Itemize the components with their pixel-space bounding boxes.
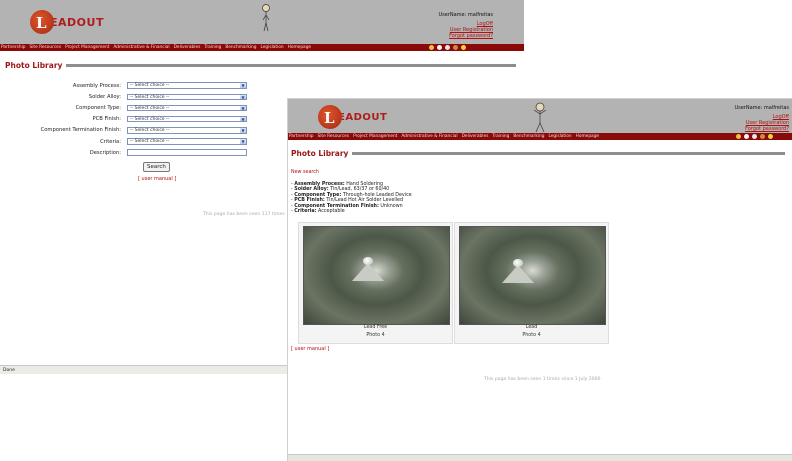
chevron-down-icon[interactable]: ▼ <box>240 105 246 111</box>
photo-card-lead-free[interactable]: Lead Free Photo 4 <box>298 222 453 344</box>
nav-project-management[interactable]: Project Management <box>353 134 397 139</box>
chevron-down-icon[interactable]: ▼ <box>240 128 246 133</box>
print-icon[interactable] <box>445 45 450 50</box>
search-button[interactable]: Search <box>143 162 170 173</box>
title-divider <box>352 151 785 155</box>
mail-icon[interactable] <box>744 134 749 139</box>
nav-legislation[interactable]: Legislation <box>548 134 571 139</box>
search-criteria-list: - Assembly Process: Hand Soldering - Sol… <box>291 182 412 214</box>
nav-site-resources[interactable]: Site Resources <box>30 45 62 50</box>
mail-icon[interactable] <box>437 45 442 50</box>
nav-homepage[interactable]: Homepage <box>576 134 599 139</box>
nav-partnership[interactable]: Partnership <box>289 134 314 139</box>
field-component-type: Component Type: -- Select choice -- ▼ <box>12 102 262 113</box>
home-icon[interactable] <box>429 45 434 50</box>
mascot-figure-icon <box>533 102 547 133</box>
status-text: Done <box>3 368 15 373</box>
title-divider <box>66 63 516 67</box>
criteria-item: - Criteria: Acceptable <box>291 209 345 215</box>
search-form: Assembly Process: -- Select choice -- ▼ … <box>12 80 262 182</box>
photo-card-lead[interactable]: Lead Photo 4 <box>454 222 609 344</box>
field-criteria: Criteria: -- Select choice -- ▼ <box>12 136 262 147</box>
page-title-row: Photo Library <box>288 148 792 158</box>
criteria-select[interactable]: -- Select choice -- ▼ <box>127 138 247 145</box>
pcb-finish-select[interactable]: -- Select choice -- ▼ <box>127 115 247 123</box>
nav-training[interactable]: Training <box>204 45 221 50</box>
browser-window-results: L EADOUT UserName: malfreitas LogOff Use… <box>287 98 792 461</box>
nav-administrative-financial[interactable]: Administrative & Financial <box>113 45 169 50</box>
nav-deliverables[interactable]: Deliverables <box>462 134 489 139</box>
field-assembly-process: Assembly Process: -- Select choice -- ▼ <box>12 80 262 91</box>
nav-deliverables[interactable]: Deliverables <box>174 45 201 50</box>
assembly-process-select[interactable]: -- Select choice -- ▼ <box>127 82 247 89</box>
component-termination-finish-select[interactable]: -- Select choice -- ▼ <box>127 127 247 134</box>
nav-legislation[interactable]: Legislation <box>260 45 283 50</box>
main-nav: Partnership Site Resources Project Manag… <box>0 44 524 51</box>
nav-icon-group <box>736 134 773 139</box>
nav-administrative-financial[interactable]: Administrative & Financial <box>401 134 457 139</box>
field-pcb-finish: PCB Finish: -- Select choice -- ▼ <box>12 114 262 125</box>
solder-tip-shape <box>363 257 373 265</box>
home-icon[interactable] <box>736 134 741 139</box>
nav-site-resources[interactable]: Site Resources <box>318 134 350 139</box>
nav-training[interactable]: Training <box>492 134 509 139</box>
photo-subtitle: Photo 4 <box>366 333 385 338</box>
solder-cone-shape <box>352 263 384 281</box>
forgot-password-link[interactable]: Forgot password? <box>734 126 789 132</box>
page-title: Photo Library <box>291 148 349 158</box>
user-box: UserName: malfreitas LogOff User Registr… <box>438 12 493 39</box>
solder-tip-shape <box>513 259 523 267</box>
solder-cone-shape <box>502 265 534 283</box>
nav-benchmarking[interactable]: Benchmarking <box>513 134 544 139</box>
site-header: L EADOUT UserName: malfreitas LogOff Use… <box>288 99 792 133</box>
logo-text: EADOUT <box>338 111 388 123</box>
help-icon[interactable] <box>453 45 458 50</box>
page-views-note: This page has been seen 117 times <box>203 212 285 217</box>
logo-text: EADOUT <box>50 15 104 29</box>
forgot-password-link[interactable]: Forgot password? <box>438 33 493 39</box>
main-nav: Partnership Site Resources Project Manag… <box>288 133 792 140</box>
site-header: L EADOUT UserName: malfreitas LogOff Use… <box>0 0 524 44</box>
solder-joint-photo[interactable] <box>303 226 450 325</box>
user-box: UserName: malfreitas LogOff User Registr… <box>734 105 789 132</box>
nav-partnership[interactable]: Partnership <box>1 45 26 50</box>
nav-benchmarking[interactable]: Benchmarking <box>225 45 256 50</box>
component-type-select[interactable]: -- Select choice -- ▼ <box>127 104 247 112</box>
page-views-note: This page has been seen 1 times since 1 … <box>484 377 601 382</box>
user-manual-link[interactable]: [ user manual ] <box>138 176 176 182</box>
page-title-row: Photo Library <box>0 60 524 70</box>
field-component-termination-finish: Component Termination Finish: -- Select … <box>12 125 262 136</box>
mascot-figure-icon <box>262 4 270 32</box>
print-icon[interactable] <box>752 134 757 139</box>
photo-title: Lead <box>525 325 538 330</box>
nav-icon-group <box>429 45 466 50</box>
field-description: Description: <box>12 147 262 158</box>
smiley-icon[interactable] <box>461 45 466 50</box>
new-search-link[interactable]: New search <box>291 170 319 175</box>
logo-disc-icon: L <box>30 10 54 34</box>
description-input[interactable] <box>127 149 247 156</box>
search-button-row: Search <box>12 162 262 173</box>
solder-joint-photo[interactable] <box>459 226 606 325</box>
photo-title: Lead Free <box>363 325 388 330</box>
smiley-icon[interactable] <box>768 134 773 139</box>
username-label: UserName: malfreitas <box>438 12 493 18</box>
chevron-down-icon[interactable]: ▼ <box>240 139 246 144</box>
leadout-logo[interactable]: L EADOUT <box>318 105 387 129</box>
help-icon[interactable] <box>760 134 765 139</box>
logo-disc-icon: L <box>318 105 342 129</box>
chevron-down-icon[interactable]: ▼ <box>240 116 246 122</box>
nav-homepage[interactable]: Homepage <box>288 45 311 50</box>
chevron-down-icon[interactable]: ▼ <box>240 83 246 88</box>
solder-alloy-select[interactable]: -- Select choice -- ▼ <box>127 93 247 101</box>
field-solder-alloy: Solder Alloy: -- Select choice -- ▼ <box>12 91 262 102</box>
leadout-logo[interactable]: L EADOUT <box>30 10 104 34</box>
username-label: UserName: malfreitas <box>734 105 789 111</box>
photo-subtitle: Photo 4 <box>522 333 541 338</box>
page-title: Photo Library <box>5 60 63 70</box>
nav-project-management[interactable]: Project Management <box>65 45 109 50</box>
chevron-down-icon[interactable]: ▼ <box>240 94 246 100</box>
manual-row: [ user manual ] <box>12 176 262 182</box>
user-manual-link[interactable]: [ user manual ] <box>291 346 329 352</box>
